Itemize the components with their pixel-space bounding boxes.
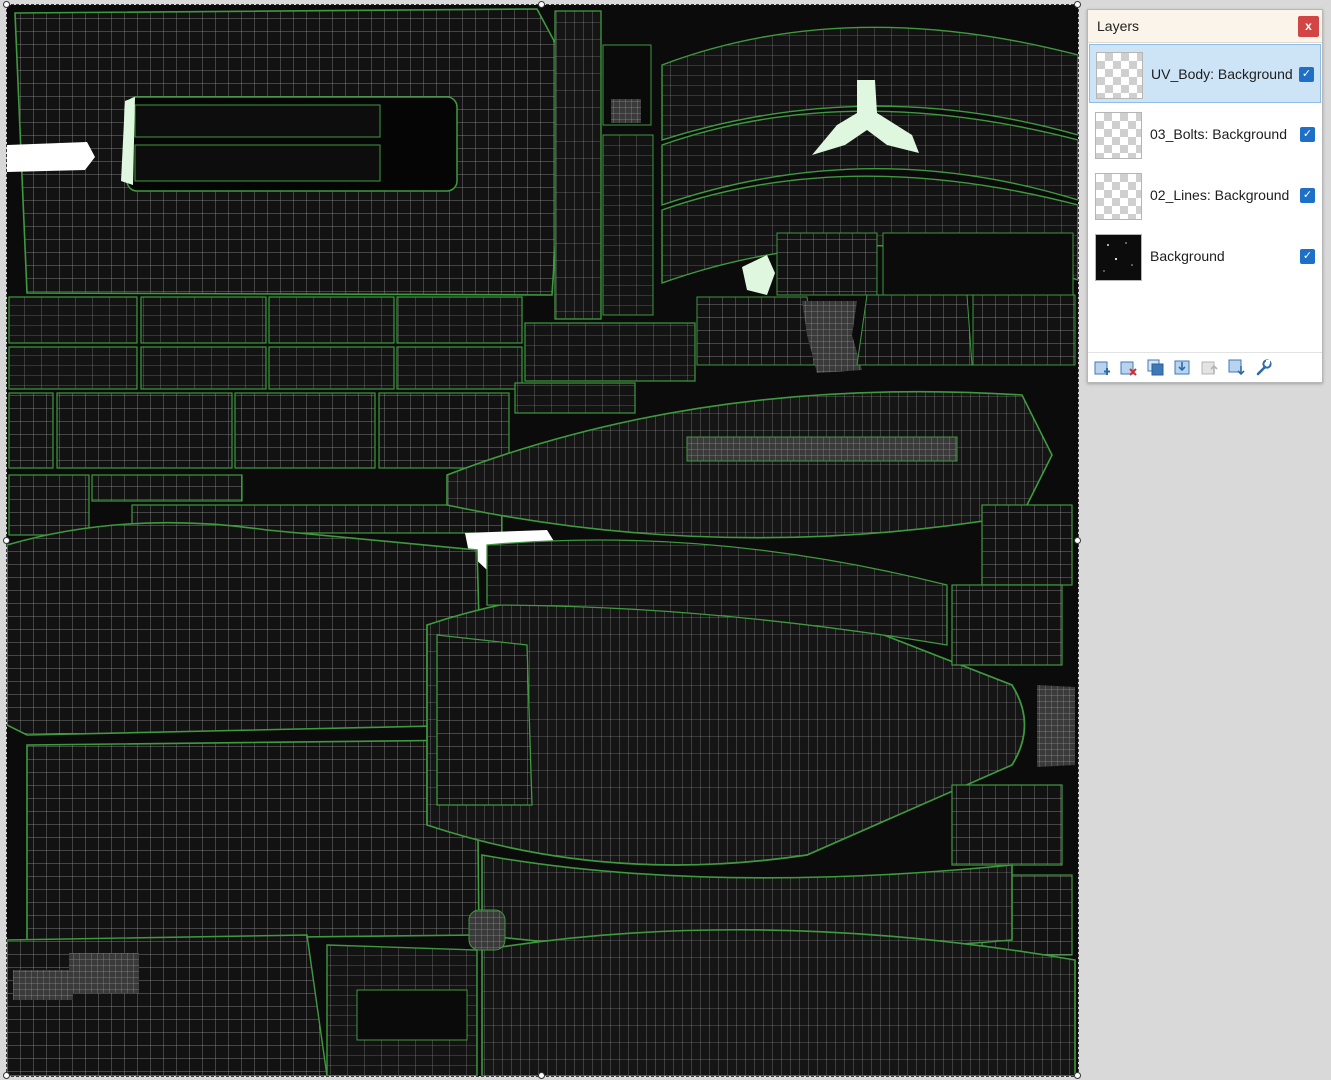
move-layer-up-icon[interactable] xyxy=(1201,359,1218,376)
layer-name: 03_Bolts: Background xyxy=(1150,126,1287,142)
resize-handle-top-left[interactable] xyxy=(3,1,10,8)
resize-handle-top[interactable] xyxy=(538,1,545,8)
layer-visibility-checkbox[interactable]: ✓ xyxy=(1300,188,1315,203)
layer-row-uv-body[interactable]: UV_Body: Background ✓ xyxy=(1089,44,1321,103)
layer-thumbnail xyxy=(1095,112,1142,159)
add-layer-icon[interactable] xyxy=(1094,359,1111,376)
move-layer-down-icon[interactable] xyxy=(1228,359,1245,376)
resize-handle-bottom-left[interactable] xyxy=(3,1072,10,1079)
layer-visibility-checkbox[interactable]: ✓ xyxy=(1300,127,1315,142)
resize-handle-bottom[interactable] xyxy=(538,1072,545,1079)
delete-layer-icon[interactable] xyxy=(1120,359,1137,376)
merge-layer-down-icon[interactable] xyxy=(1174,359,1191,376)
layer-thumbnail xyxy=(1095,234,1142,281)
panel-title: Layers xyxy=(1097,18,1140,34)
layers-panel: Layers x UV_Body: Background ✓ 03_Bolts:… xyxy=(1087,9,1323,383)
resize-handle-bottom-right[interactable] xyxy=(1074,1072,1081,1079)
uv-texture-image xyxy=(7,8,1078,1076)
close-panel-button[interactable]: x xyxy=(1298,16,1319,37)
layer-visibility-checkbox[interactable]: ✓ xyxy=(1299,67,1314,82)
layer-thumbnail xyxy=(1095,173,1142,220)
resize-handle-left[interactable] xyxy=(3,537,10,544)
duplicate-layer-icon[interactable] xyxy=(1147,359,1164,376)
layer-row-03-bolts[interactable]: 03_Bolts: Background ✓ xyxy=(1089,105,1321,164)
layer-thumbnail xyxy=(1096,52,1143,99)
layer-name: 02_Lines: Background xyxy=(1150,187,1290,203)
layer-list: UV_Body: Background ✓ 03_Bolts: Backgrou… xyxy=(1088,43,1322,355)
resize-handle-top-right[interactable] xyxy=(1074,1,1081,8)
layers-toolbar xyxy=(1088,352,1322,382)
layer-row-background[interactable]: Background ✓ xyxy=(1089,227,1321,286)
layer-visibility-checkbox[interactable]: ✓ xyxy=(1300,249,1315,264)
layer-row-02-lines[interactable]: 02_Lines: Background ✓ xyxy=(1089,166,1321,225)
layer-name: UV_Body: Background xyxy=(1151,66,1293,82)
layer-name: Background xyxy=(1150,248,1225,264)
resize-handle-right[interactable] xyxy=(1074,537,1081,544)
layer-properties-icon[interactable] xyxy=(1255,359,1272,376)
layers-panel-header[interactable]: Layers x xyxy=(1088,10,1322,43)
image-canvas[interactable] xyxy=(7,5,1078,1076)
